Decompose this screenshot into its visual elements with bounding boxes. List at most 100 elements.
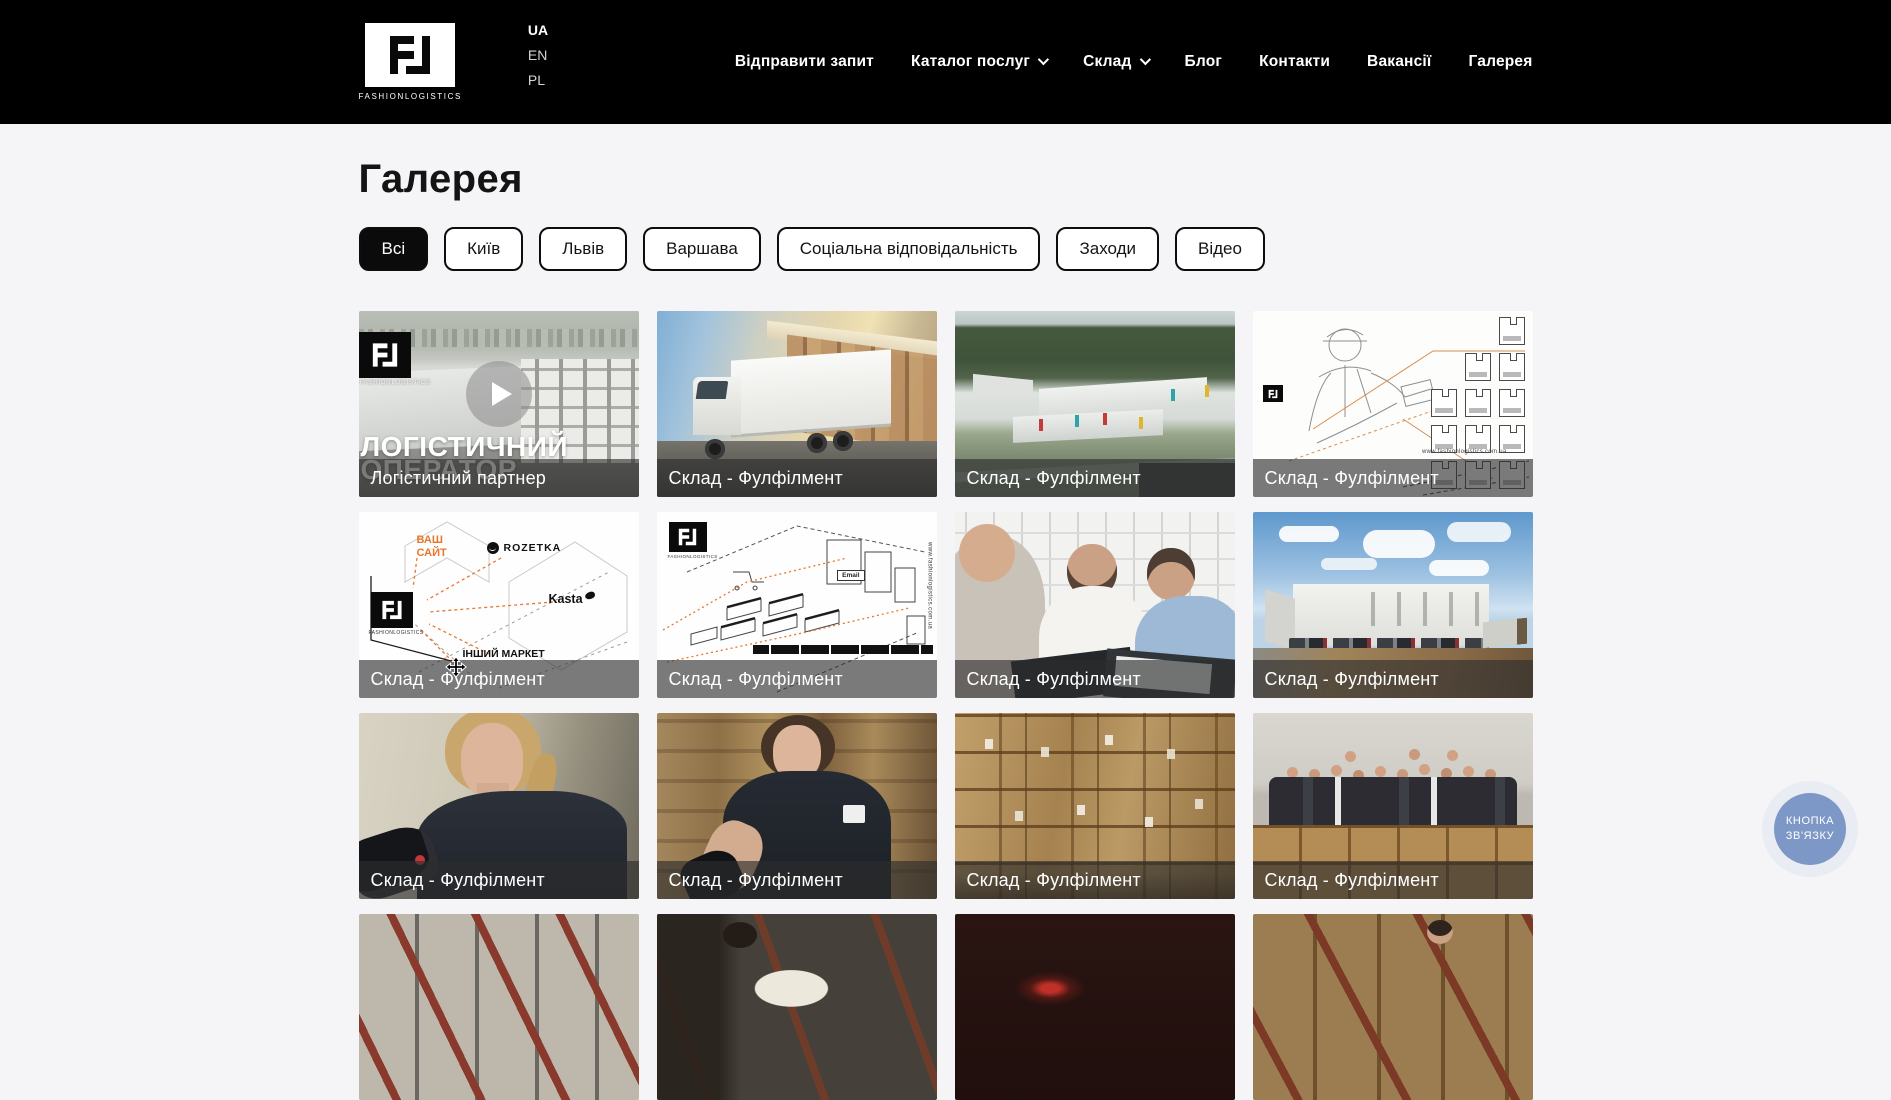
gallery-item-warehouse-scheme[interactable]: FASHIONLOGISTICS Email www.fashionlogist… — [657, 512, 937, 698]
filter-kyiv[interactable]: Київ — [444, 227, 523, 271]
filter-all[interactable]: Всі — [359, 227, 429, 271]
main-nav: Відправити запит Каталог послуг Склад Бл… — [735, 53, 1533, 71]
filter-bar: Всі Київ Львів Варшава Соціальна відпові… — [359, 227, 1533, 271]
box-icon — [1465, 389, 1491, 417]
logo-patch — [843, 805, 865, 823]
warehouse-worker-photo — [657, 914, 937, 1100]
brand-text: FASHIONLOGISTICS — [359, 92, 462, 101]
contact-button-line2: ЗВ'ЯЗКУ — [1786, 829, 1834, 844]
gallery-item-partial[interactable] — [1253, 914, 1533, 1100]
email-label: Email — [837, 570, 864, 581]
team-bodies — [1269, 777, 1517, 829]
gallery-item-channels-diagram[interactable]: ВАШ САЙТ ROZETKA Kasta ІНШИЙ МАРКЕТ FASH… — [359, 512, 639, 698]
person-head — [959, 524, 1015, 582]
process-bar — [753, 645, 933, 654]
gallery-caption: Склад - Фулфілмент — [1253, 660, 1533, 698]
nav-vacancies[interactable]: Вакансії — [1367, 53, 1431, 71]
nav-services-catalog[interactable]: Каталог послуг — [911, 53, 1046, 71]
main-content: Галерея Всі Київ Львів Варшава Соціальна… — [359, 157, 1533, 1100]
gallery-item-truck[interactable]: Склад - Фулфілмент — [657, 311, 937, 497]
warehouse-racks-photo — [359, 914, 639, 1100]
truck-wheel — [833, 431, 853, 451]
truck-windshield — [695, 381, 728, 399]
gallery-caption: Склад - Фулфілмент — [657, 861, 937, 899]
logo-monogram-icon — [365, 23, 455, 87]
gallery-caption: Склад - Фулфілмент — [359, 861, 639, 899]
logo-overlay-icon — [359, 332, 411, 378]
nav-send-request[interactable]: Відправити запит — [735, 53, 874, 71]
gallery-caption: Склад - Фулфілмент — [955, 861, 1235, 899]
other-market-label: ІНШИЙ МАРКЕТ — [463, 648, 545, 660]
truck — [1483, 618, 1527, 649]
gallery-caption: Склад - Фулфілмент — [1253, 459, 1533, 497]
gallery-item-partial[interactable] — [955, 914, 1235, 1100]
logo-overlay-text: FASHIONLOGISTICS — [360, 380, 431, 386]
gallery-caption: Склад - Фулфілмент — [657, 660, 937, 698]
gallery-item-worker-portrait[interactable]: Склад - Фулфілмент — [359, 713, 639, 899]
site-header: FASHIONLOGISTICS UA EN PL Відправити зап… — [0, 0, 1891, 124]
rozetka-smile-icon — [487, 542, 499, 554]
box-icon — [1499, 317, 1525, 345]
logo-small-icon — [1263, 385, 1283, 402]
gallery-item-worker-scanning[interactable]: Склад - Фулфілмент — [657, 713, 937, 899]
person-head — [723, 922, 757, 948]
chevron-down-icon — [1038, 53, 1049, 64]
gallery-caption: Склад - Фулфілмент — [359, 660, 639, 698]
nav-contacts[interactable]: Контакти — [1259, 53, 1330, 71]
truck-trailer — [731, 349, 891, 434]
logo-small-text: FASHIONLOGISTICS — [668, 554, 718, 559]
box-icon — [1499, 389, 1525, 417]
filter-events[interactable]: Заходи — [1056, 227, 1159, 271]
gallery-grid: FASHIONLOGISTICS ЛОГІСТИЧНИЙ ОПЕРАТОР Ло… — [359, 311, 1533, 1100]
gallery-caption: Склад - Фулфілмент — [657, 459, 937, 497]
lang-pl[interactable]: PL — [528, 72, 548, 88]
nav-blog[interactable]: Блог — [1185, 53, 1223, 71]
gallery-caption: Склад - Фулфілмент — [955, 459, 1235, 497]
contact-button-line1: КНОПКА — [1786, 814, 1834, 829]
website-url-text: www.fashionlogistics.com.ua — [1422, 449, 1506, 455]
warehouse-building — [1013, 409, 1163, 443]
dark-warehouse-photo — [955, 914, 1235, 1100]
logo-small-text: FASHIONLOGISTICS — [369, 630, 424, 636]
contact-button[interactable]: КНОПКА ЗВ'ЯЗКУ — [1774, 793, 1846, 865]
filter-lviv[interactable]: Львів — [539, 227, 627, 271]
lang-ua[interactable]: UA — [528, 22, 548, 38]
filter-video[interactable]: Відео — [1175, 227, 1265, 271]
contact-widget-halo: КНОПКА ЗВ'ЯЗКУ — [1762, 781, 1858, 877]
page-title: Галерея — [359, 157, 1533, 202]
gallery-item-aerial[interactable]: Склад - Фулфілмент — [955, 311, 1235, 497]
logo-small-icon — [371, 592, 413, 628]
gallery-item-partial[interactable] — [657, 914, 937, 1100]
gallery-item-partial[interactable] — [359, 914, 639, 1100]
gallery-caption: Склад - Фулфілмент — [1253, 861, 1533, 899]
facade-accents — [1075, 415, 1079, 427]
person-head — [1147, 548, 1195, 600]
logo[interactable]: FASHIONLOGISTICS — [359, 23, 462, 101]
play-button[interactable] — [466, 361, 532, 427]
lang-en[interactable]: EN — [528, 47, 548, 63]
your-site-label: ВАШ САЙТ — [417, 534, 461, 560]
rozetka-label: ROZETKA — [487, 542, 562, 554]
language-switcher: UA EN PL — [528, 22, 548, 88]
gallery-item-boxes[interactable]: Склад - Фулфілмент — [955, 713, 1235, 899]
gallery-item-team-photo[interactable]: Склад - Фулфілмент — [1253, 713, 1533, 899]
gallery-item-building[interactable]: Склад - Фулфілмент — [1253, 512, 1533, 698]
logo-small-icon — [669, 522, 707, 552]
nav-warehouse[interactable]: Склад — [1083, 53, 1147, 71]
gallery-item-video[interactable]: FASHIONLOGISTICS ЛОГІСТИЧНИЙ ОПЕРАТОР Ло… — [359, 311, 639, 497]
gallery-item-team-meeting[interactable]: Склад - Фулфілмент — [955, 512, 1235, 698]
kasta-label: Kasta — [549, 592, 583, 606]
chevron-down-icon — [1139, 53, 1150, 64]
box-icon — [1431, 389, 1457, 417]
truck-wheel — [807, 433, 827, 453]
filter-social-responsibility[interactable]: Соціальна відповідальність — [777, 227, 1041, 271]
filter-warsaw[interactable]: Варшава — [643, 227, 761, 271]
building — [1293, 584, 1489, 646]
website-url-vertical-text: www.fashionlogistics.com.ua — [927, 542, 933, 629]
nav-gallery[interactable]: Галерея — [1469, 53, 1533, 71]
truck-wheel — [705, 439, 725, 459]
gallery-item-sketch-worker[interactable]: www.fashionlogistics.com.ua Склад - Фулф… — [1253, 311, 1533, 497]
box-icon — [1499, 353, 1525, 381]
boxes-worker-photo — [1253, 914, 1533, 1100]
gallery-caption: Склад - Фулфілмент — [955, 660, 1235, 698]
